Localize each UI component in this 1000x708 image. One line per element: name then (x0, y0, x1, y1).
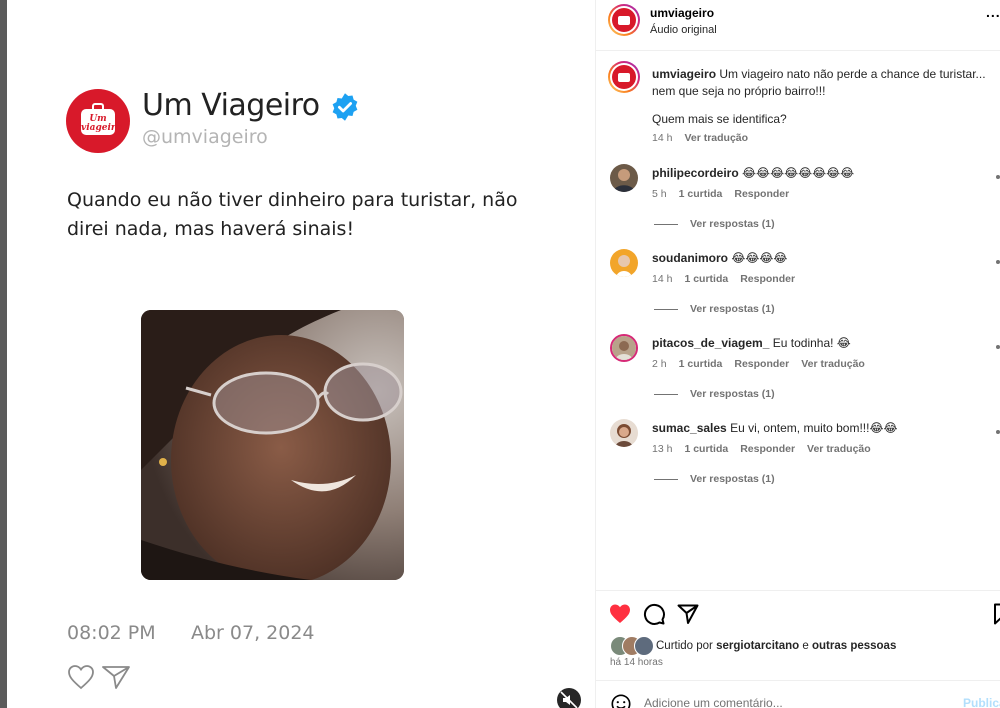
view-replies-button[interactable]: Ver respostas (1) (654, 473, 775, 485)
tweet-date: Abr 07, 2024 (191, 622, 315, 644)
bookmark-icon[interactable] (990, 602, 1000, 626)
see-translation-link[interactable]: Ver tradução (801, 358, 865, 370)
heart-filled-icon[interactable] (608, 602, 632, 626)
caption-meta: 14 h Ver tradução (652, 132, 760, 144)
post-media[interactable]: Um viageiro Um Viageiro @umviageiro Quan… (7, 0, 595, 708)
commenter-avatar[interactable] (610, 164, 638, 192)
woman-photo (141, 310, 404, 580)
tweet-handle: @umviageiro (142, 126, 268, 148)
comment-like-heart-icon[interactable] (996, 175, 1000, 179)
comment-username[interactable]: philipecordeiro (652, 166, 739, 180)
audio-original-link[interactable]: Áudio original (650, 24, 717, 36)
comment-like-heart-icon[interactable] (996, 260, 1000, 264)
comment-text: philipecordeiro 😂😂😂😂😂😂😂😂 (652, 166, 854, 180)
view-replies-button[interactable]: Ver respostas (1) (654, 303, 775, 315)
comment-likes[interactable]: 1 curtida (684, 273, 728, 285)
post-time-ago[interactable]: há 14 horas (610, 657, 663, 668)
comment-body: 😂😂😂😂😂😂😂😂 (742, 166, 855, 180)
tweet-text: Quando eu não tiver dinheiro para turist… (67, 189, 518, 240)
see-translation-link[interactable]: Ver tradução (684, 132, 748, 144)
comment-like-heart-icon[interactable] (996, 430, 1000, 434)
speaker-muted-icon (560, 691, 578, 708)
emoji-icon[interactable] (610, 693, 632, 708)
caption-text: umviageiro Um viageiro nato não perde a … (652, 66, 997, 100)
um-viageiro-logo: Um viageiro (66, 89, 130, 153)
comment-meta: 5 h 1 curtida Responder (652, 188, 801, 200)
divider (596, 50, 1000, 51)
comment-like-heart-icon[interactable] (996, 345, 1000, 349)
divider (596, 680, 1000, 681)
comment-likes[interactable]: 1 curtida (679, 188, 723, 200)
share-icon[interactable] (676, 602, 700, 626)
divider (596, 590, 1000, 591)
send-outline-icon (102, 666, 130, 689)
verified-badge-icon (332, 93, 358, 121)
comment-likes[interactable]: 1 curtida (679, 358, 723, 370)
liked-by-user[interactable]: sergiotarcitano (716, 640, 799, 652)
comment-time[interactable]: 13 h (652, 443, 672, 455)
view-replies-button[interactable]: Ver respostas (1) (654, 218, 775, 230)
see-translation-link[interactable]: Ver tradução (807, 443, 871, 455)
comment-username[interactable]: sumac_sales (652, 421, 727, 435)
background-strip (0, 0, 7, 708)
caption-question: Quem mais se identifica? (652, 112, 787, 126)
view-replies-button[interactable]: Ver respostas (1) (654, 388, 775, 400)
comment-text: soudanimoro 😂😂😂😂 (652, 251, 787, 265)
profile-avatar[interactable] (608, 4, 640, 36)
caption-time[interactable]: 14 h (652, 132, 672, 144)
comment-username[interactable]: pitacos_de_viagem_ (652, 336, 769, 350)
caption-username[interactable]: umviageiro (652, 67, 716, 81)
comments-panel: umviageiro Áudio original ... umviageiro… (595, 0, 1000, 708)
comment-username[interactable]: soudanimoro (652, 251, 728, 265)
reply-button[interactable]: Responder (734, 188, 789, 200)
comment-text: pitacos_de_viagem_ Eu todinha! 😂 (652, 336, 851, 350)
comment-body: Eu todinha! 😂 (772, 336, 851, 350)
comment-time[interactable]: 5 h (652, 188, 667, 200)
reply-button[interactable]: Responder (734, 358, 789, 370)
comment-body: Eu vi, ontem, muito bom!!!😂😂 (730, 421, 898, 435)
commenter-avatar[interactable] (610, 419, 638, 447)
logo-text: Um viageiro (81, 114, 122, 133)
reply-button[interactable]: Responder (740, 273, 795, 285)
comment-meta: 13 h 1 curtida Responder Ver tradução (652, 443, 883, 455)
reply-button[interactable]: Responder (740, 443, 795, 455)
mute-button[interactable] (557, 688, 581, 708)
add-comment-input[interactable]: Adicione um comentário... (644, 696, 783, 708)
publish-button[interactable]: Publicar (963, 696, 1000, 708)
commenter-avatar[interactable] (610, 334, 638, 362)
heart-outline-icon (68, 665, 94, 690)
comment-text: sumac_sales Eu vi, ontem, muito bom!!!😂😂 (652, 421, 898, 435)
liker-avatar (634, 636, 654, 656)
comment-time[interactable]: 2 h (652, 358, 667, 370)
tweet-author-name: Um Viageiro (142, 88, 320, 123)
comment-likes[interactable]: 1 curtida (684, 443, 728, 455)
comment-icon[interactable] (642, 602, 666, 626)
tweet-time: 08:02 PM (67, 622, 156, 644)
comment-meta: 2 h 1 curtida Responder Ver tradução (652, 358, 877, 370)
liked-by-prefix: Curtido por (656, 640, 713, 652)
caption-avatar[interactable] (608, 61, 640, 93)
comment-time[interactable]: 14 h (652, 273, 672, 285)
liked-by-conj: e (802, 640, 809, 652)
comment-meta: 14 h 1 curtida Responder (652, 273, 807, 285)
liked-by-others[interactable]: outras pessoas (812, 640, 896, 652)
commenter-avatar[interactable] (610, 249, 638, 277)
header-username[interactable]: umviageiro (650, 6, 714, 20)
tweet-photo (141, 310, 404, 580)
liked-by-text: Curtido por sergiotarcitano e outras pes… (656, 640, 896, 652)
more-options-button[interactable]: ... (986, 4, 1000, 20)
suitcase-icon: Um viageiro (81, 103, 122, 135)
comment-body: 😂😂😂😂 (731, 251, 788, 265)
